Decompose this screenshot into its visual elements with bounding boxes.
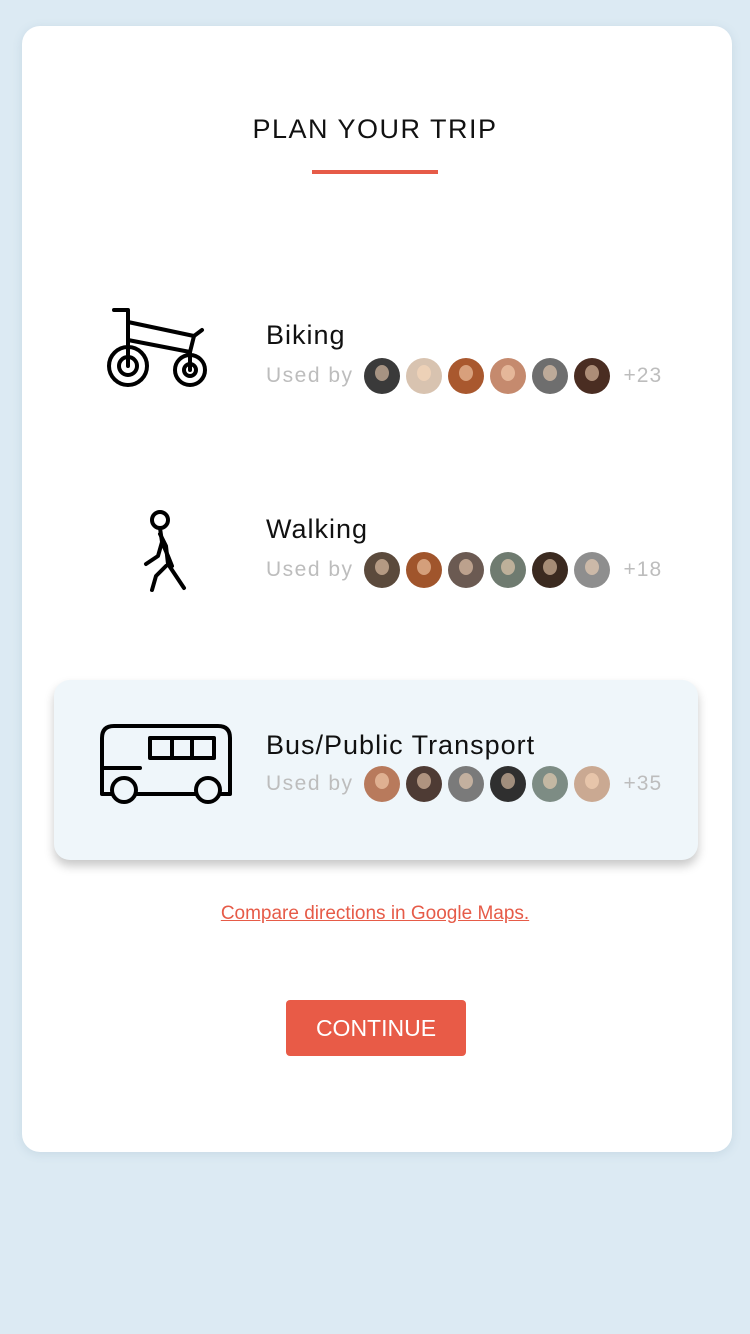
used-by-row: Used by +18 [266,551,662,589]
avatar-group [363,766,616,802]
option-label: Biking [266,320,346,350]
avatar [405,766,442,802]
walking-person-icon [138,510,190,596]
avatar [447,766,484,802]
avatar [573,766,610,802]
used-by-label: Used by [266,364,354,387]
avatar-group [363,358,616,394]
avatar-group [363,552,616,588]
avatar [447,358,484,394]
avatar [531,358,568,394]
option-label: Walking [266,514,369,544]
avatar [531,766,568,802]
avatar [363,766,400,802]
option-walking[interactable]: Walking Used by +18 [54,464,698,644]
page-title: PLAN YOUR TRIP [252,114,498,144]
used-by-label: Used by [266,772,354,795]
option-bus[interactable]: Bus/Public Transport Used by +35 [54,680,698,860]
used-by-label: Used by [266,558,354,581]
bus-icon [100,724,232,806]
avatar [363,552,400,588]
avatar [405,358,442,394]
avatar [573,552,610,588]
avatar [489,766,526,802]
google-maps-link[interactable]: Compare directions in Google Maps. [0,903,750,925]
extra-user-count: +35 [623,772,663,795]
avatar [531,552,568,588]
bicycle-icon [106,306,210,388]
avatar [489,358,526,394]
extra-user-count: +23 [623,364,663,387]
title-underline [312,170,438,174]
avatar [573,358,610,394]
avatar [363,358,400,394]
avatar [405,552,442,588]
extra-user-count: +18 [623,558,663,581]
continue-button[interactable]: CONTINUE [286,1000,466,1056]
option-label: Bus/Public Transport [266,730,536,760]
avatar [489,552,526,588]
option-biking[interactable]: Biking Used by +23 [54,270,698,450]
used-by-row: Used by +23 [266,357,662,395]
avatar [447,552,484,588]
used-by-row: Used by +35 [266,765,662,803]
